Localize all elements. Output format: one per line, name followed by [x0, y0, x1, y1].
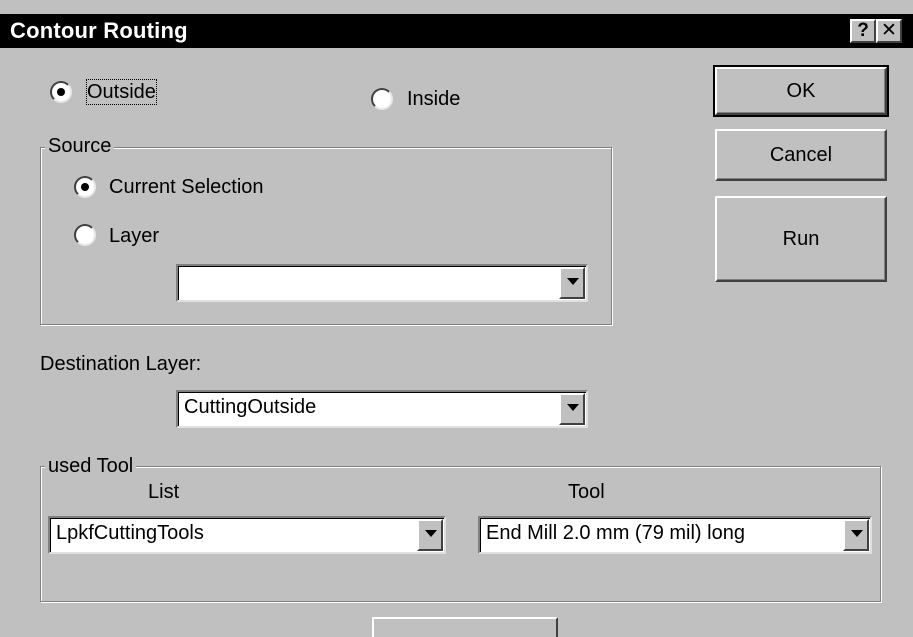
inside-radio[interactable] [371, 88, 393, 110]
close-button[interactable]: ✕ [876, 19, 902, 43]
current-selection-radio[interactable] [74, 176, 96, 198]
tool-value: End Mill 2.0 mm (79 mil) long [486, 522, 745, 544]
dropdown-arrow-icon[interactable] [417, 519, 443, 551]
tool-combo[interactable]: End Mill 2.0 mm (79 mil) long [478, 516, 872, 554]
destination-layer-combo[interactable]: CuttingOutside [176, 390, 588, 428]
layer-radio[interactable] [74, 224, 96, 246]
outside-radio[interactable] [50, 81, 72, 103]
outside-label[interactable]: Outside [86, 79, 157, 105]
current-selection-label[interactable]: Current Selection [109, 175, 264, 199]
tool-list-combo[interactable]: LpkfCuttingTools [48, 516, 446, 554]
source-layer-combo[interactable] [176, 264, 588, 302]
radio-selected-dot [81, 183, 89, 191]
contour-routing-dialog: Contour Routing ? ✕ Outside Inside Sourc… [0, 0, 913, 637]
dropdown-arrow-icon[interactable] [559, 393, 585, 425]
title-bar[interactable]: Contour Routing ? ✕ [0, 14, 913, 48]
dropdown-arrow-icon[interactable] [559, 267, 585, 299]
ok-button[interactable]: OK [713, 65, 889, 117]
window-title: Contour Routing [10, 18, 188, 43]
tool-column-label: Tool [568, 481, 605, 503]
destination-layer-value: CuttingOutside [184, 396, 317, 418]
used-tool-group-title: used Tool [45, 455, 137, 477]
help-icon: ? [857, 20, 869, 41]
list-column-label: List [148, 481, 180, 503]
help-button[interactable]: ? [850, 19, 876, 43]
source-group-title: Source [45, 135, 115, 157]
destination-layer-label: Destination Layer: [40, 353, 202, 375]
close-icon: ✕ [881, 20, 897, 41]
radio-selected-dot [57, 88, 65, 96]
layer-label[interactable]: Layer [109, 224, 159, 248]
partial-bottom-button[interactable] [372, 617, 558, 637]
inside-label[interactable]: Inside [407, 87, 460, 111]
cancel-button[interactable]: Cancel [715, 129, 887, 181]
tool-list-value: LpkfCuttingTools [56, 522, 204, 544]
dropdown-arrow-icon[interactable] [843, 519, 869, 551]
run-button[interactable]: Run [715, 196, 887, 282]
